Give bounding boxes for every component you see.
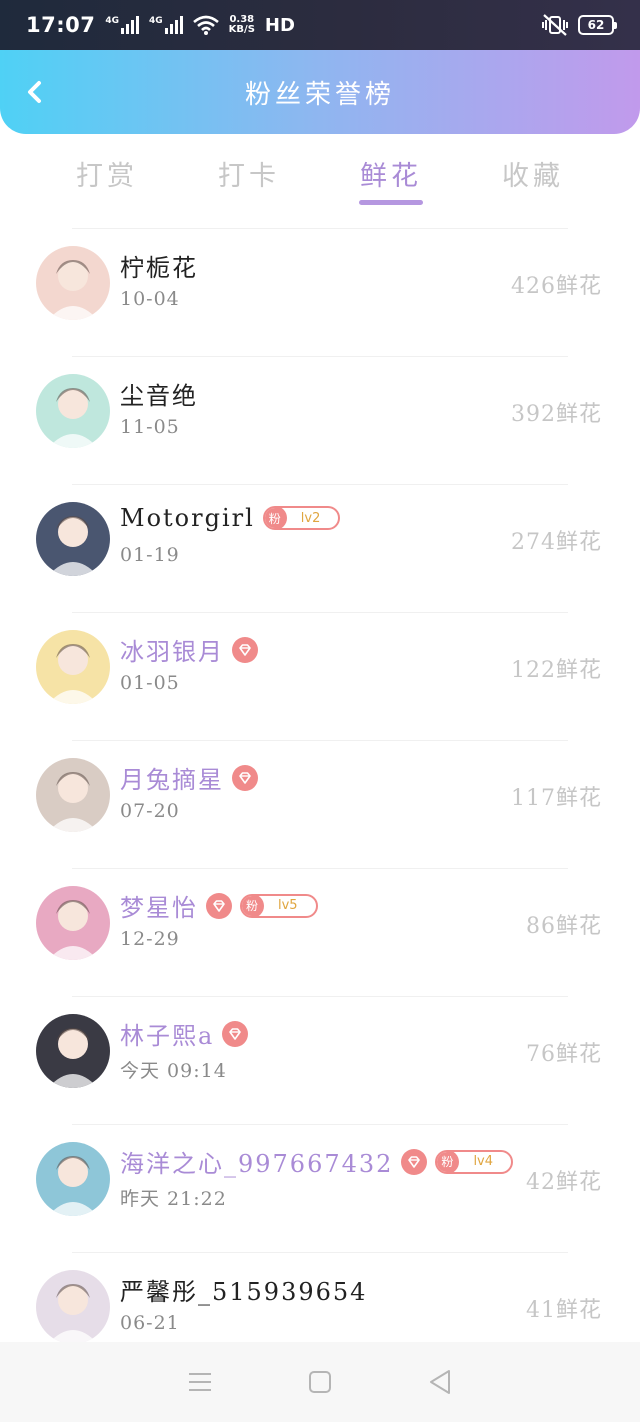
- fan-date: 06-21: [120, 1312, 180, 1334]
- network-speed: 0.38 KB/S: [229, 15, 255, 35]
- fan-date: 01-19: [120, 544, 180, 566]
- avatar[interactable]: [36, 502, 110, 576]
- fan-name: 月兔摘星: [120, 766, 224, 794]
- name-line: 梦星怡 粉 lv5: [120, 888, 318, 923]
- fan-name: Motorgirl: [120, 504, 255, 532]
- system-nav-bar: [0, 1342, 640, 1422]
- fan-row[interactable]: Motorgirl 粉 lv2 01-19 274鲜花: [0, 484, 640, 612]
- tab-flowers[interactable]: 鲜花: [320, 150, 462, 210]
- fan-level: lv5: [278, 898, 298, 913]
- fan-tag: 粉: [241, 895, 264, 916]
- name-line: Motorgirl 粉 lv2: [120, 504, 341, 532]
- signal-icon-2: 4G: [149, 16, 183, 34]
- fan-list: 柠栀花 10-04 426鲜花尘音绝 11-05 392鲜花 Motorgirl 粉 lv2 0…: [0, 228, 640, 1380]
- app-header: 粉丝荣誉榜: [0, 50, 640, 134]
- avatar[interactable]: [36, 886, 110, 960]
- tab-checkin[interactable]: 打卡: [178, 150, 320, 210]
- tab-favorites[interactable]: 收藏: [462, 150, 604, 210]
- fan-level-badge: 粉 lv5: [240, 893, 318, 918]
- flower-count: 392鲜花: [511, 402, 602, 427]
- mute-vibrate-icon: [542, 14, 568, 36]
- signal-icon-1: 4G: [105, 16, 140, 34]
- name-line: 林子熙a: [120, 1016, 249, 1051]
- tab-bar: 打赏 打卡 鲜花 收藏: [0, 150, 640, 210]
- fan-name: 冰羽银月: [120, 638, 224, 666]
- flower-count: 426鲜花: [511, 274, 602, 299]
- avatar[interactable]: [36, 758, 110, 832]
- status-bar: 17:07 4G 4G 0.38 KB/S HD 62: [0, 0, 640, 50]
- avatar[interactable]: [36, 1014, 110, 1088]
- page-title: 粉丝荣誉榜: [244, 79, 395, 110]
- diamond-icon: [232, 764, 258, 791]
- fan-row[interactable]: 月兔摘星 07-20 117鲜花: [0, 740, 640, 868]
- name-line: 月兔摘星: [120, 760, 258, 795]
- avatar[interactable]: [36, 1270, 110, 1344]
- fan-level: lv4: [473, 1154, 494, 1169]
- fan-level-badge: 粉 lv2: [262, 506, 341, 530]
- flower-count: 42鲜花: [526, 1170, 602, 1195]
- flower-count: 76鲜花: [526, 1042, 602, 1067]
- status-time: 17:07: [26, 13, 96, 37]
- diamond-icon: [222, 1020, 249, 1047]
- home-nav-button[interactable]: [300, 1362, 340, 1402]
- wifi-icon: [192, 15, 219, 35]
- network-type-2: 4G: [149, 16, 163, 26]
- fan-date: 07-20: [120, 800, 180, 822]
- fan-name: 尘音绝: [120, 382, 198, 410]
- square-icon: [309, 1371, 331, 1393]
- tab-tip[interactable]: 打赏: [36, 150, 178, 210]
- fan-row[interactable]: 林子熙a 今天 09:14 76鲜花: [0, 996, 640, 1124]
- fan-date: 11-05: [120, 416, 180, 438]
- fan-row[interactable]: 梦星怡 粉 lv5 12-29 86鲜花: [0, 868, 640, 996]
- fan-date: 今天 09:14: [120, 1060, 227, 1082]
- network-type-1: 4G: [105, 16, 120, 26]
- back-button[interactable]: [18, 72, 58, 112]
- name-line: 海洋之心_997667432 粉 lv4: [120, 1144, 514, 1179]
- name-line: 柠栀花: [120, 248, 198, 283]
- name-line: 尘音绝: [120, 376, 198, 411]
- fan-name: 严馨彤_515939654: [120, 1278, 368, 1306]
- flower-count: 274鲜花: [511, 530, 602, 555]
- fan-name: 海洋之心_997667432: [120, 1150, 394, 1178]
- battery-icon: 62: [578, 15, 617, 35]
- fan-name: 林子熙a: [120, 1022, 215, 1050]
- flower-count: 86鲜花: [526, 914, 602, 939]
- fan-row[interactable]: 柠栀花 10-04 426鲜花: [0, 228, 640, 356]
- triangle-back-icon: [430, 1370, 450, 1394]
- name-line: 冰羽银月: [120, 632, 258, 667]
- flower-count: 117鲜花: [511, 786, 602, 811]
- menu-nav-button[interactable]: [180, 1362, 220, 1402]
- fan-date: 昨天 21:22: [120, 1188, 227, 1210]
- fan-row[interactable]: 尘音绝 11-05 392鲜花: [0, 356, 640, 484]
- diamond-icon: [206, 892, 232, 919]
- fan-date: 10-04: [120, 288, 180, 310]
- diamond-icon: [401, 1148, 428, 1175]
- fan-tag: 粉: [437, 1151, 460, 1172]
- flower-count: 122鲜花: [511, 658, 602, 683]
- fan-name: 柠栀花: [120, 254, 198, 282]
- fan-row[interactable]: 海洋之心_997667432 粉 lv4 昨天 21:22 42鲜花: [0, 1124, 640, 1252]
- avatar[interactable]: [36, 630, 110, 704]
- fan-tag: 粉: [264, 508, 287, 528]
- avatar[interactable]: [36, 246, 110, 320]
- name-line: 严馨彤_515939654: [120, 1272, 367, 1307]
- status-right: 62: [542, 14, 617, 36]
- fan-name: 梦星怡: [120, 894, 198, 922]
- flower-count: 41鲜花: [526, 1298, 602, 1323]
- back-nav-button[interactable]: [420, 1362, 460, 1402]
- menu-icon: [189, 1373, 211, 1391]
- fan-level: lv2: [300, 510, 321, 526]
- fan-row[interactable]: 冰羽银月 01-05 122鲜花: [0, 612, 640, 740]
- status-left: 17:07 4G 4G 0.38 KB/S HD: [26, 13, 295, 37]
- chevron-left-icon: [28, 81, 41, 103]
- fan-date: 01-05: [120, 672, 180, 694]
- fan-level-badge: 粉 lv4: [435, 1149, 514, 1174]
- fan-date: 12-29: [120, 928, 180, 950]
- diamond-icon: [232, 636, 258, 663]
- avatar[interactable]: [36, 374, 110, 448]
- avatar[interactable]: [36, 1142, 110, 1216]
- speed-unit: KB/S: [228, 24, 255, 35]
- hd-indicator: HD: [264, 14, 295, 36]
